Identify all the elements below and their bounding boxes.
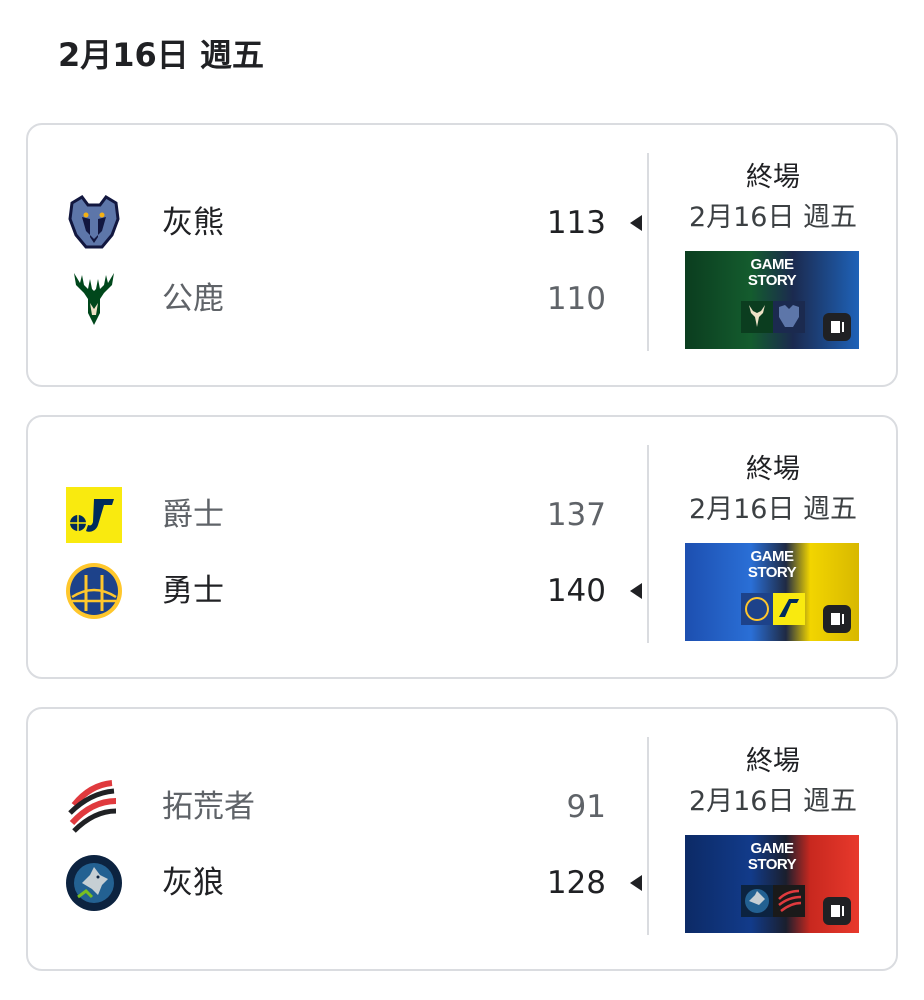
video-icon	[823, 897, 851, 925]
thumbnail-title: GAME STORY	[747, 840, 797, 873]
team-row-grizzlies[interactable]: 灰熊 113	[28, 193, 648, 253]
team-score: 128	[546, 865, 606, 901]
team-row-bucks[interactable]: 公鹿 110	[28, 269, 648, 329]
game-status: 終場	[746, 454, 800, 485]
divider	[647, 737, 649, 935]
team-row-warriors[interactable]: 勇士 140	[28, 561, 648, 621]
jazz-logo-icon	[66, 487, 122, 543]
game-card[interactable]: 爵士 137 勇士 140 終場 2月16日 週五 GAME STORY	[26, 415, 898, 679]
team-name: 拓荒者	[162, 789, 255, 825]
team-row-timberwolves[interactable]: 灰狼 128	[28, 853, 648, 913]
winner-arrow-icon	[630, 875, 642, 891]
thumbnail-title: GAME STORY	[747, 548, 797, 581]
team-score: 113	[546, 205, 606, 241]
bucks-logo-icon	[74, 273, 114, 325]
team-score: 137	[546, 497, 606, 533]
team-name: 公鹿	[162, 281, 224, 317]
team-score: 140	[546, 573, 606, 609]
team-name: 勇士	[162, 573, 224, 609]
video-icon	[823, 313, 851, 341]
warriors-logo-icon	[66, 563, 122, 619]
matchup-logos-icon	[741, 593, 805, 625]
team-name: 爵士	[162, 497, 224, 533]
game-status: 終場	[746, 162, 800, 193]
game-card[interactable]: 拓荒者 91 灰狼 128 終場 2月16日 週五 GAME STORY	[26, 707, 898, 971]
team-name: 灰狼	[162, 865, 224, 901]
highlight-video-thumbnail[interactable]: GAME STORY	[685, 835, 859, 933]
video-icon	[823, 605, 851, 633]
thumbnail-title: GAME STORY	[747, 256, 797, 289]
game-date: 2月16日 週五	[688, 202, 858, 233]
matchup-logos-icon	[741, 301, 805, 333]
winner-arrow-icon	[630, 215, 642, 231]
team-score: 110	[546, 281, 606, 317]
divider	[647, 445, 649, 643]
highlight-video-thumbnail[interactable]: GAME STORY	[685, 251, 859, 349]
game-card[interactable]: 灰熊 113 公鹿 110 終場 2月16日 週五 GAME STORY	[26, 123, 898, 387]
trail-blazers-logo-icon	[68, 780, 117, 833]
game-status: 終場	[746, 746, 800, 777]
date-header: 2月16日 週五	[58, 36, 264, 74]
team-score: 91	[566, 789, 606, 825]
team-row-trail-blazers[interactable]: 拓荒者 91	[28, 777, 648, 837]
team-name: 灰熊	[162, 205, 224, 241]
timberwolves-logo-icon	[66, 855, 122, 911]
divider	[647, 153, 649, 351]
matchup-logos-icon	[741, 885, 805, 917]
highlight-video-thumbnail[interactable]: GAME STORY	[685, 543, 859, 641]
team-row-jazz[interactable]: 爵士 137	[28, 485, 648, 545]
game-date: 2月16日 週五	[688, 786, 858, 817]
game-date: 2月16日 週五	[688, 494, 858, 525]
winner-arrow-icon	[630, 583, 642, 599]
grizzlies-logo-icon	[68, 195, 120, 249]
